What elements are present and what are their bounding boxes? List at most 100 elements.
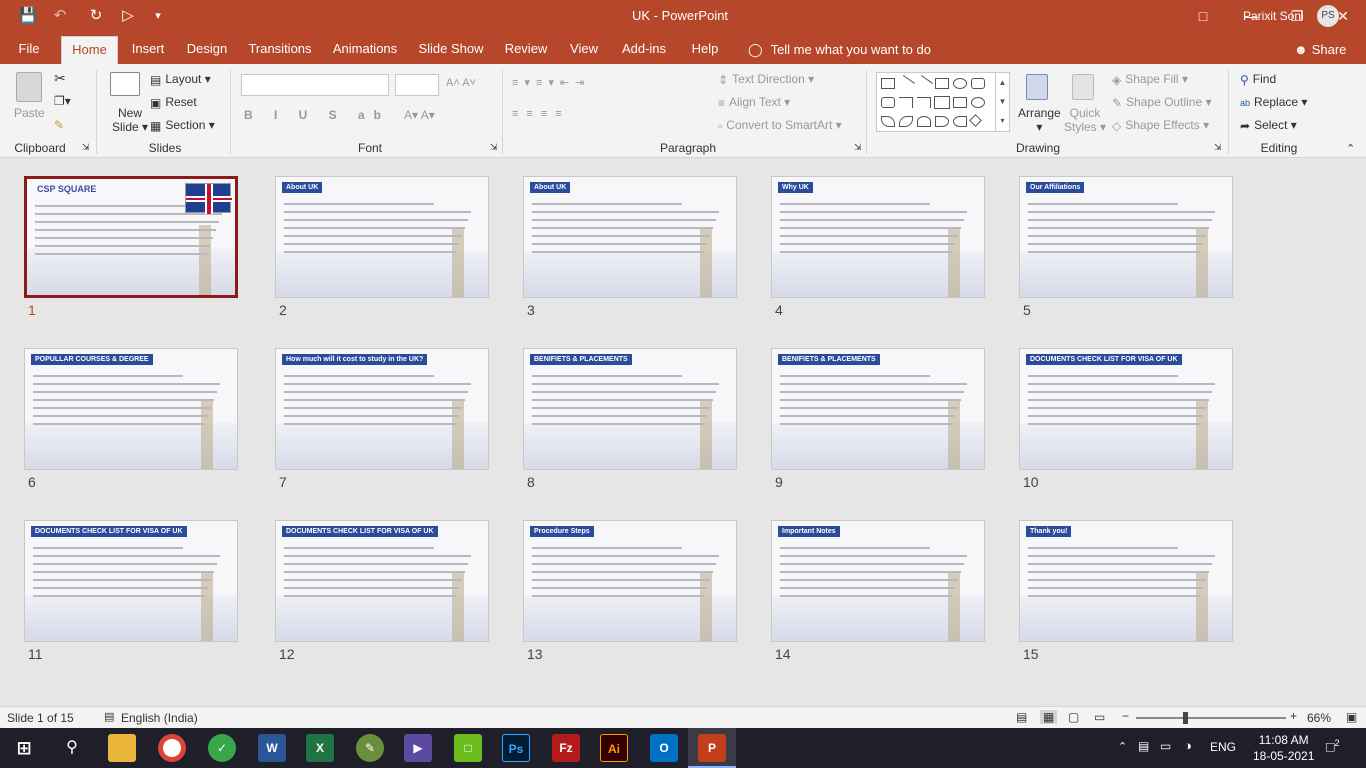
wave-shape-icon[interactable] — [881, 116, 895, 127]
search-taskbar-icon[interactable]: ⚲ — [58, 734, 86, 762]
chrome-icon[interactable] — [158, 734, 186, 762]
font-launcher-icon[interactable]: ⇲ — [490, 142, 498, 153]
wifi-icon[interactable]: ◑ — [1184, 738, 1192, 753]
paste-button[interactable]: Paste — [14, 106, 45, 120]
quick-styles-icon[interactable] — [1072, 74, 1094, 100]
slide-thumbnail-13[interactable]: Procedure Steps — [523, 520, 737, 642]
font-grow-shrink-icons[interactable]: A˄ A˅ — [446, 77, 476, 89]
slide-thumbnail-2[interactable]: About UK — [275, 176, 489, 298]
tab-help[interactable]: Help — [686, 32, 724, 64]
shape-fill-button[interactable]: ◈ Shape Fill ▾ — [1112, 72, 1188, 87]
word-icon[interactable]: W — [258, 734, 286, 762]
tab-design[interactable]: Design — [182, 32, 232, 64]
triangle-shape-icon[interactable] — [934, 96, 950, 109]
show-hidden-icons-icon[interactable]: ⌃ — [1118, 740, 1127, 753]
select-button[interactable]: ➦ Select ▾ — [1240, 118, 1297, 133]
zoom-slider[interactable] — [1136, 712, 1286, 724]
slide-thumbnail-8[interactable]: BENIFIETS & PLACEMENTS — [523, 348, 737, 470]
zoom-level[interactable]: 66% — [1307, 711, 1331, 725]
arc-shape-icon[interactable] — [917, 116, 931, 127]
star-shape-icon[interactable] — [969, 114, 982, 127]
slide-show-view-icon[interactable]: ▭ — [1094, 710, 1105, 724]
share-button[interactable]: ☻ Share — [1294, 42, 1346, 57]
slide-thumbnail-6[interactable]: POPULLAR COURSES & DEGREE — [24, 348, 238, 470]
slide-thumbnail-12[interactable]: DOCUMENTS CHECK LIST FOR VISA OF UK — [275, 520, 489, 642]
notification-center-icon[interactable]: □2 — [1326, 738, 1339, 755]
ribbon-display-options-icon[interactable]: □ — [1180, 0, 1226, 32]
excel-icon[interactable]: X — [306, 734, 334, 762]
rectangle-shape-icon[interactable] — [881, 78, 895, 89]
tab-insert[interactable]: Insert — [124, 32, 172, 64]
undo-icon[interactable]: ↶ — [48, 6, 72, 26]
powerpoint-icon[interactable]: P — [698, 734, 726, 762]
convert-smartart-button[interactable]: ▫ Convert to SmartArt ▾ — [718, 118, 842, 133]
rounded-rect-2-shape-icon[interactable] — [881, 97, 895, 108]
photoshop-icon[interactable]: Ps — [502, 734, 530, 762]
paste-icon[interactable] — [16, 72, 42, 102]
zoom-slider-thumb[interactable] — [1183, 712, 1188, 724]
tab-slide-show[interactable]: Slide Show — [417, 32, 485, 64]
media-player-icon[interactable]: ▶ — [404, 734, 432, 762]
align-buttons[interactable]: ≡≡≡≡ — [512, 108, 570, 120]
tab-animations[interactable]: Animations — [328, 32, 402, 64]
slide-thumbnail-5[interactable]: Our Affiliations — [1019, 176, 1233, 298]
bracket-shape-icon[interactable] — [953, 116, 967, 127]
copy-icon[interactable]: ❐▾ — [54, 94, 71, 108]
restore-icon[interactable]: ❐ — [1274, 0, 1320, 32]
clipboard-launcher-icon[interactable]: ⇲ — [82, 142, 90, 153]
windows-start-icon[interactable]: ⊞ — [10, 734, 38, 762]
powerpoint-taskbar-active[interactable]: P — [688, 728, 736, 768]
slide-thumbnail-9[interactable]: BENIFIETS & PLACEMENTS — [771, 348, 985, 470]
arrange-icon[interactable] — [1026, 74, 1048, 100]
outlook-icon[interactable]: O — [650, 734, 678, 762]
brace-shape-icon[interactable] — [935, 116, 949, 127]
slide-thumbnail-7[interactable]: How much will it cost to study in the UK… — [275, 348, 489, 470]
slide-thumbnail-15[interactable]: Thank you! — [1019, 520, 1233, 642]
slide-thumbnail-14[interactable]: Important Notes — [771, 520, 985, 642]
tab-home[interactable]: Home — [61, 36, 118, 64]
present-from-start-icon[interactable]: ▷ — [116, 6, 140, 26]
align-text-button[interactable]: ≡ Align Text ▾ — [718, 95, 790, 110]
save-icon[interactable]: 💾 — [16, 6, 40, 26]
line-shape-icon[interactable] — [897, 74, 915, 93]
language-status[interactable]: English (India) — [121, 711, 198, 725]
tell-me-search[interactable]: ◯ Tell me what you want to do — [748, 42, 931, 58]
tab-view[interactable]: View — [564, 32, 604, 64]
input-language[interactable]: ENG — [1210, 740, 1236, 754]
textbox-shape-icon[interactable] — [935, 78, 949, 89]
circle-shape-icon[interactable] — [971, 97, 985, 108]
cut-icon[interactable]: ✂ — [54, 70, 66, 87]
slide-thumbnail-11[interactable]: DOCUMENTS CHECK LIST FOR VISA OF UK — [24, 520, 238, 642]
layout-button[interactable]: ▤ Layout ▾ — [150, 72, 211, 87]
paragraph-launcher-icon[interactable]: ⇲ — [854, 142, 862, 153]
new-slide-button[interactable]: New Slide ▾ — [112, 106, 148, 134]
slide-thumbnail-3[interactable]: About UK — [523, 176, 737, 298]
font-size-dropdown[interactable] — [395, 74, 439, 96]
font-color-icons[interactable]: A▾ A▾ — [404, 108, 435, 122]
slide-sorter-view-icon[interactable]: ▦ — [1040, 710, 1058, 724]
rounded-rect-shape-icon[interactable] — [971, 78, 985, 89]
slide-thumbnail-10[interactable]: DOCUMENTS CHECK LIST FOR VISA OF UK — [1019, 348, 1233, 470]
section-button[interactable]: ▦ Section ▾ — [150, 118, 215, 133]
find-button[interactable]: ⚲ Find — [1240, 72, 1276, 87]
format-painter-icon[interactable]: ✎ — [54, 118, 64, 132]
slide-thumbnail-4[interactable]: Why UK — [771, 176, 985, 298]
elbow-shape-icon[interactable] — [917, 97, 931, 108]
shape-effects-button[interactable]: ◇ Shape Effects ▾ — [1112, 118, 1209, 133]
inkscape-icon[interactable]: ✎ — [356, 734, 384, 762]
fit-slide-icon[interactable]: ▣ — [1346, 710, 1357, 724]
curve-shape-icon[interactable] — [899, 116, 913, 127]
camtasia-icon[interactable]: □ — [454, 734, 482, 762]
connector-shape-icon[interactable] — [899, 97, 913, 108]
file-explorer-icon[interactable] — [108, 734, 136, 762]
slide-info[interactable]: Slide 1 of 15 — [7, 711, 74, 725]
tab-review[interactable]: Review — [499, 32, 553, 64]
clock[interactable]: 11:08 AM 18-05-2021 — [1253, 732, 1314, 764]
font-format-buttons[interactable]: B I U S ab — [244, 108, 390, 122]
tab-transitions[interactable]: Transitions — [246, 32, 314, 64]
new-slide-icon[interactable] — [110, 72, 140, 96]
normal-view-icon[interactable]: ▤ — [1016, 710, 1027, 724]
illustrator-icon[interactable]: Ai — [600, 734, 628, 762]
reading-view-icon[interactable]: ▢ — [1068, 710, 1079, 724]
oval-shape-icon[interactable] — [953, 78, 967, 89]
